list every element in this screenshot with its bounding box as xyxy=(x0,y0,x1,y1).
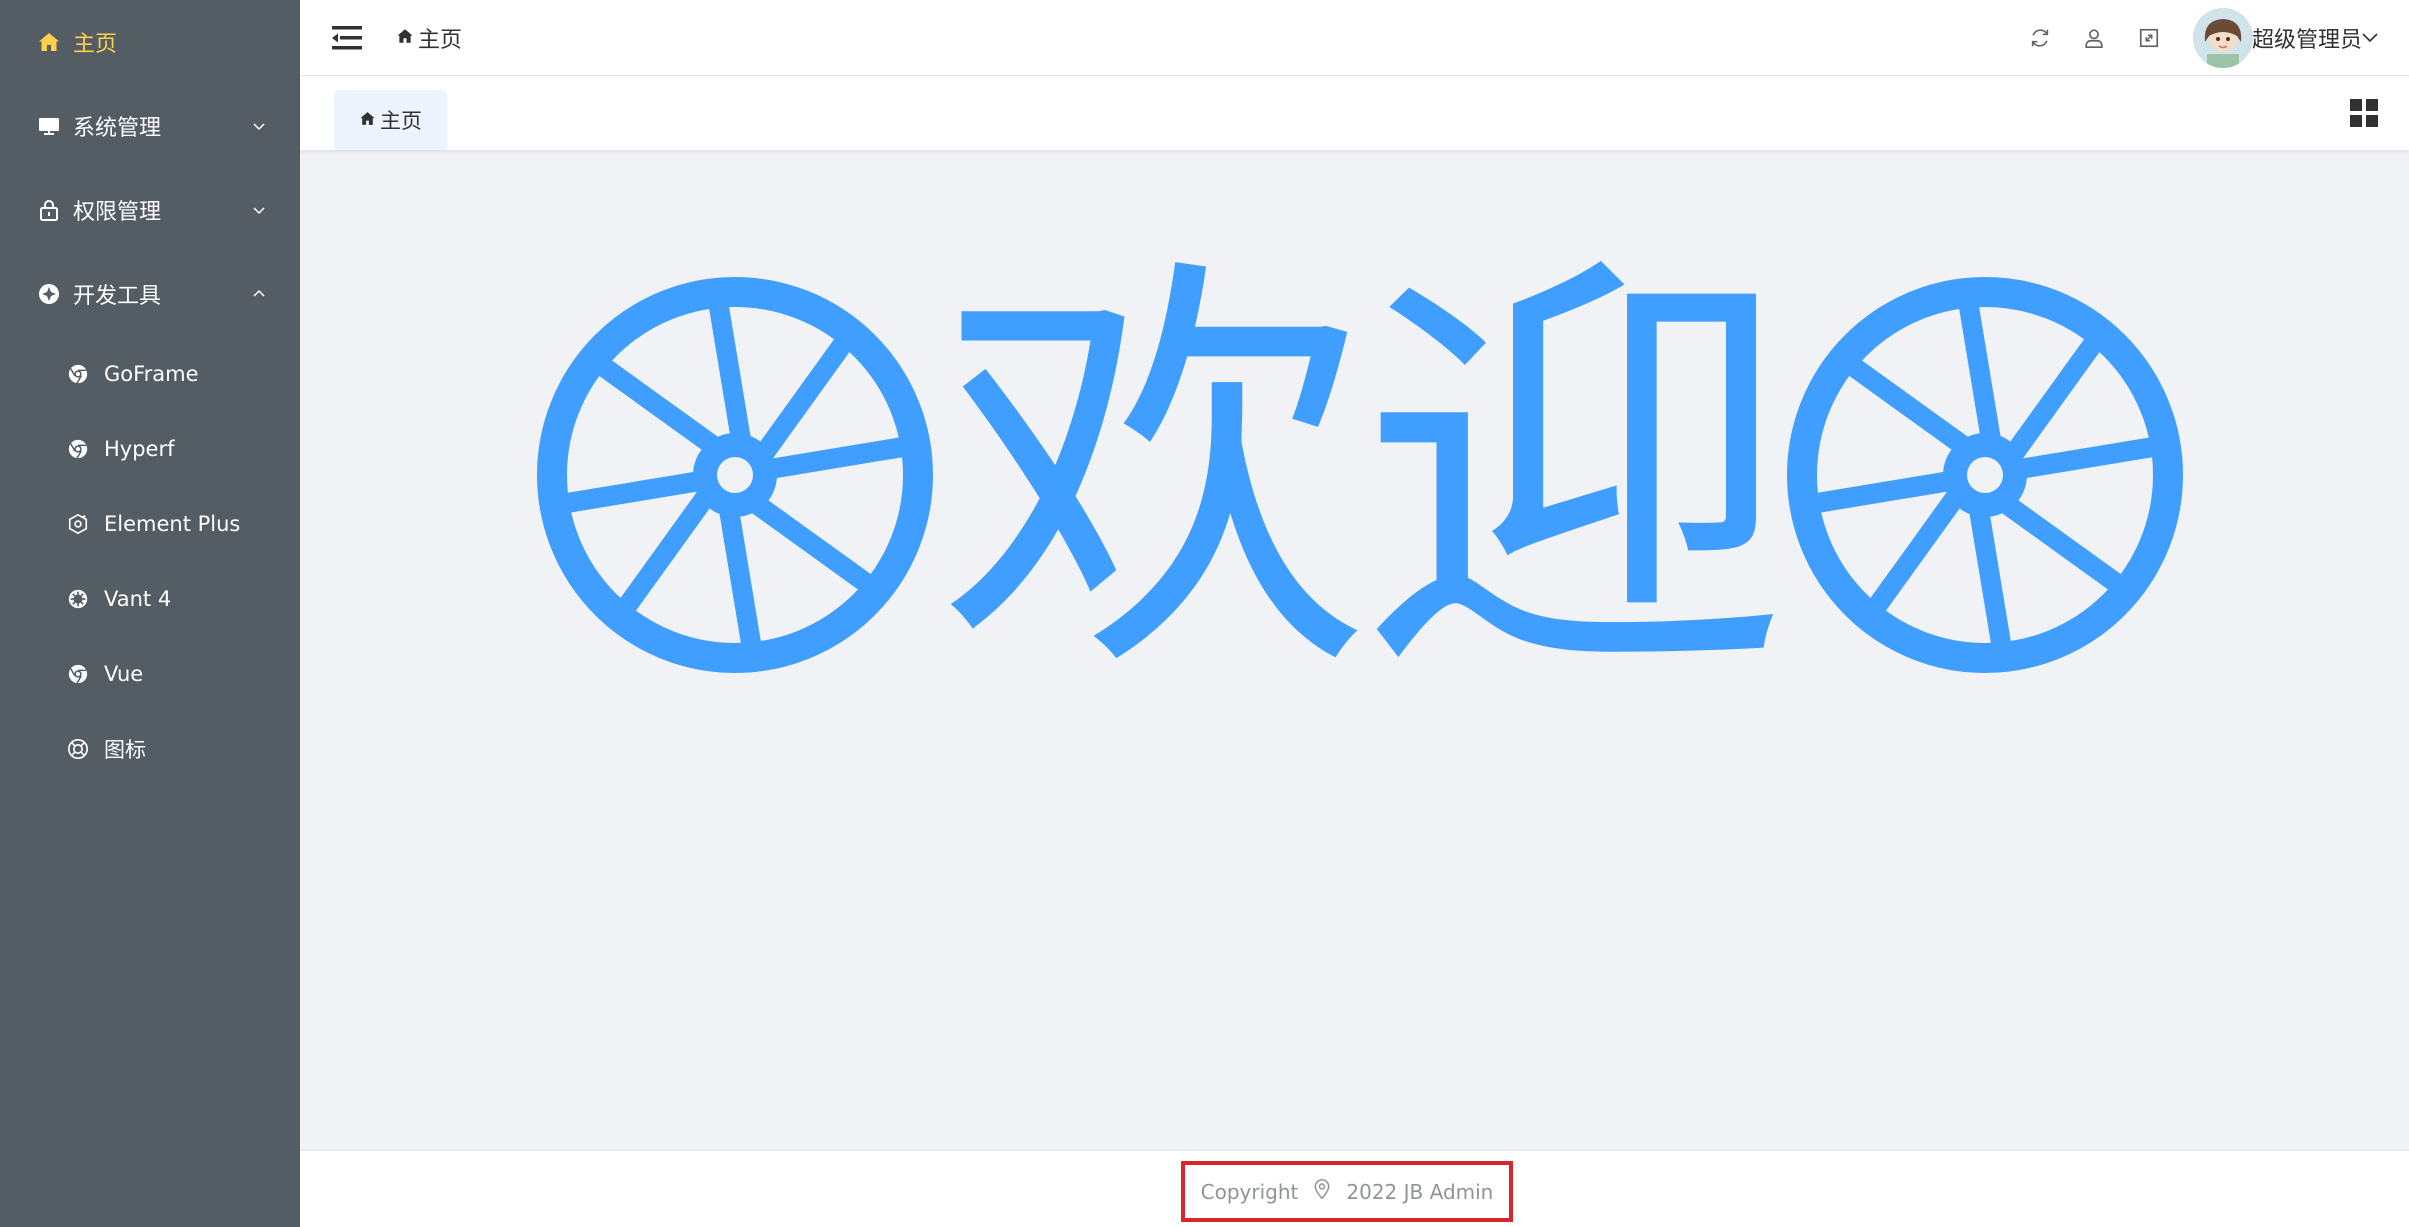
sidebar-item-devtools[interactable]: 开发工具 xyxy=(0,252,300,336)
breadcrumb-label[interactable]: 主页 xyxy=(418,22,462,54)
grid-icon[interactable] xyxy=(2349,98,2379,128)
home-icon xyxy=(36,29,62,55)
username[interactable]: 超级管理员 xyxy=(2252,22,2362,54)
monitor-icon xyxy=(36,113,62,139)
footer: Copyright 2022 JB Admin xyxy=(300,1150,2409,1227)
chevron-up-icon xyxy=(248,283,270,305)
welcome-text: 欢迎 xyxy=(940,225,1790,725)
chevron-down-icon xyxy=(248,115,270,137)
avatar[interactable] xyxy=(2193,8,2253,68)
element-plus-icon xyxy=(66,512,90,536)
sidebar-subitem-vant[interactable]: Vant 4 xyxy=(0,561,300,636)
home-icon xyxy=(396,26,414,51)
sidebar-item-system[interactable]: 系统管理 xyxy=(0,84,300,168)
sidebar-subitem-element-plus[interactable]: Element Plus xyxy=(0,486,300,561)
gear-circle-icon xyxy=(66,587,90,611)
chrome-icon xyxy=(66,362,90,386)
lock-icon xyxy=(36,197,62,223)
breadcrumb: 主页 xyxy=(396,22,462,54)
sidebar: 主页 系统管理 权限管理 开发工具 GoFrame Hyperf Element… xyxy=(0,0,300,1227)
chrome-icon xyxy=(66,662,90,686)
sidebar-item-label: 开发工具 xyxy=(73,284,162,309)
sidebar-item-permission[interactable]: 权限管理 xyxy=(0,168,300,252)
refresh-icon[interactable] xyxy=(2026,24,2054,52)
sidebar-subitem-label: Vant 4 xyxy=(104,586,172,611)
sidebar-subitem-vue[interactable]: Vue xyxy=(0,636,300,711)
sidebar-subitem-hyperf[interactable]: Hyperf xyxy=(0,411,300,486)
sidebar-subitem-label: 图标 xyxy=(104,737,146,762)
main-content: 欢迎 xyxy=(300,150,2409,1150)
copyright-label: Copyright xyxy=(1200,1179,1299,1204)
sidebar-item-label: 主页 xyxy=(73,32,118,57)
tab-home[interactable]: 主页 xyxy=(334,90,447,150)
sidebar-subitem-label: Vue xyxy=(104,661,144,686)
chevron-down-icon[interactable] xyxy=(2360,27,2380,47)
wheel-icon xyxy=(1787,277,2183,673)
copyright-text: 2022 JB Admin xyxy=(1346,1179,1494,1204)
lifebuoy-icon xyxy=(66,737,90,761)
fullscreen-icon[interactable] xyxy=(2135,24,2163,52)
sidebar-subitem-label: Hyperf xyxy=(104,436,175,461)
sidebar-subitem-label: GoFrame xyxy=(104,361,199,386)
sidebar-subitem-label: Element Plus xyxy=(104,511,241,536)
wheel-icon xyxy=(537,277,933,673)
copyright: Copyright 2022 JB Admin xyxy=(1181,1161,1513,1222)
chrome-icon xyxy=(66,437,90,461)
home-icon xyxy=(359,108,376,132)
tabs-bar: 主页 xyxy=(300,76,2409,150)
header: 主页 超级管理员 xyxy=(300,0,2409,76)
tools-icon xyxy=(36,281,62,307)
user-icon[interactable] xyxy=(2080,24,2108,52)
sidebar-item-label: 系统管理 xyxy=(73,116,162,141)
tab-label: 主页 xyxy=(380,109,422,133)
sidebar-item-label: 权限管理 xyxy=(73,200,162,225)
sidebar-subitem-icons[interactable]: 图标 xyxy=(0,711,300,786)
location-icon xyxy=(1312,1178,1332,1205)
welcome-banner: 欢迎 xyxy=(480,225,2240,725)
chevron-down-icon xyxy=(248,199,270,221)
menu-toggle-icon[interactable] xyxy=(332,24,362,52)
sidebar-subitem-goframe[interactable]: GoFrame xyxy=(0,336,300,411)
sidebar-item-home[interactable]: 主页 xyxy=(0,0,300,84)
